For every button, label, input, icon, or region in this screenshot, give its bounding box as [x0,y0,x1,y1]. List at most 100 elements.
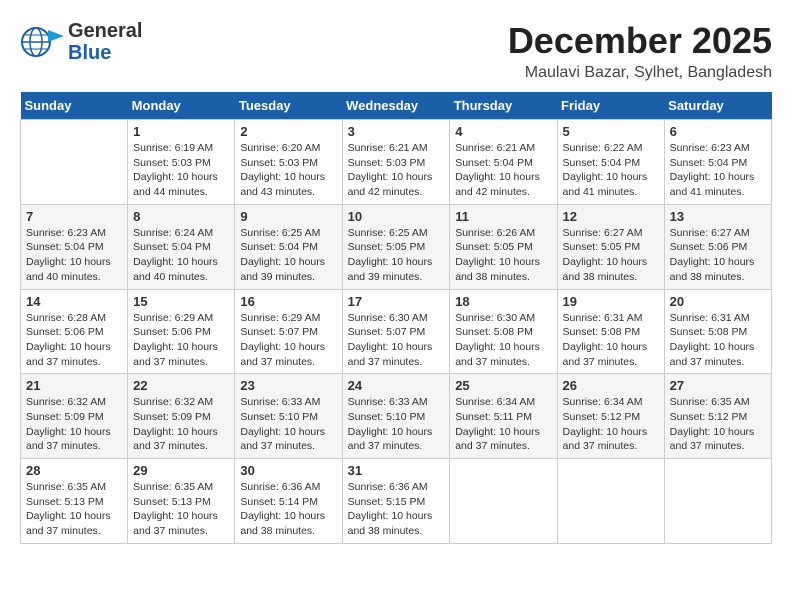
day-info: Sunrise: 6:33 AMSunset: 5:10 PMDaylight:… [240,395,336,454]
day-number: 6 [670,124,766,139]
day-number: 15 [133,294,229,309]
logo-globe-icon [20,24,64,60]
day-info: Sunrise: 6:31 AMSunset: 5:08 PMDaylight:… [563,311,659,370]
calendar-cell: 7 Sunrise: 6:23 AMSunset: 5:04 PMDaylight… [21,204,128,289]
day-number: 21 [26,378,122,393]
day-info: Sunrise: 6:25 AMSunset: 5:05 PMDaylight:… [348,226,445,285]
calendar-cell: 8Sunrise: 6:24 AMSunset: 5:04 PMDaylight… [128,204,235,289]
day-info: Sunrise: 6:21 AMSunset: 5:03 PMDaylight:… [348,141,445,200]
day-info: Sunrise: 6:24 AMSunset: 5:04 PMDaylight:… [133,226,229,285]
calendar-week-row: 7 Sunrise: 6:23 AMSunset: 5:04 PMDaylight… [21,204,772,289]
day-number: 10 [348,209,445,224]
day-info: Sunrise: 6:36 AMSunset: 5:15 PMDaylight:… [348,480,445,539]
day-info: Sunrise: 6:36 AMSunset: 5:14 PMDaylight:… [240,480,336,539]
calendar-cell: 19 Sunrise: 6:31 AMSunset: 5:08 PMDayligh… [557,289,664,374]
calendar-cell: 21 Sunrise: 6:32 AMSunset: 5:09 PMDayligh… [21,374,128,459]
calendar-cell: 27 Sunrise: 6:35 AMSunset: 5:12 PMDayligh… [664,374,771,459]
day-number: 20 [670,294,766,309]
day-info: Sunrise: 6:30 AMSunset: 5:07 PMDaylight:… [348,311,445,370]
title-block: December 2025 Maulavi Bazar, Sylhet, Ban… [508,20,772,82]
calendar-cell: 28 Sunrise: 6:35 AMSunset: 5:13 PMDayligh… [21,459,128,544]
day-number: 29 [133,463,229,478]
calendar-cell [557,459,664,544]
day-info: Sunrise: 6:25 AMSunset: 5:04 PMDaylight:… [240,226,336,285]
calendar-week-row: 14Sunrise: 6:28 AMSunset: 5:06 PMDayligh… [21,289,772,374]
weekday-header-saturday: Saturday [664,92,771,120]
calendar-cell: 30 Sunrise: 6:36 AMSunset: 5:14 PMDayligh… [235,459,342,544]
calendar-cell: 18Sunrise: 6:30 AMSunset: 5:08 PMDayligh… [450,289,557,374]
day-number: 4 [455,124,551,139]
day-number: 24 [348,378,445,393]
day-number: 1 [133,124,229,139]
day-number: 23 [240,378,336,393]
day-number: 17 [348,294,445,309]
calendar-cell: 9Sunrise: 6:25 AMSunset: 5:04 PMDaylight… [235,204,342,289]
day-number: 3 [348,124,445,139]
logo-text-blue: Blue [68,42,142,64]
calendar-week-row: 21 Sunrise: 6:32 AMSunset: 5:09 PMDayligh… [21,374,772,459]
day-info: Sunrise: 6:27 AMSunset: 5:06 PMDaylight:… [670,226,766,285]
day-info: Sunrise: 6:21 AMSunset: 5:04 PMDaylight:… [455,141,551,200]
day-info: Sunrise: 6:27 AMSunset: 5:05 PMDaylight:… [563,226,659,285]
calendar-cell: 10 Sunrise: 6:25 AMSunset: 5:05 PMDayligh… [342,204,450,289]
logo-text-general: General [68,20,142,42]
calendar-cell: 20Sunrise: 6:31 AMSunset: 5:08 PMDayligh… [664,289,771,374]
day-info: Sunrise: 6:35 AMSunset: 5:13 PMDaylight:… [26,480,122,539]
day-info: Sunrise: 6:22 AMSunset: 5:04 PMDaylight:… [563,141,659,200]
day-number: 11 [455,209,551,224]
calendar-cell: 4 Sunrise: 6:21 AMSunset: 5:04 PMDaylight… [450,120,557,205]
day-info: Sunrise: 6:32 AMSunset: 5:09 PMDaylight:… [133,395,229,454]
day-number: 28 [26,463,122,478]
day-number: 12 [563,209,659,224]
day-info: Sunrise: 6:29 AMSunset: 5:07 PMDaylight:… [240,311,336,370]
calendar-cell: 26Sunrise: 6:34 AMSunset: 5:12 PMDayligh… [557,374,664,459]
day-info: Sunrise: 6:35 AMSunset: 5:12 PMDaylight:… [670,395,766,454]
calendar-cell [450,459,557,544]
calendar-cell: 24Sunrise: 6:33 AMSunset: 5:10 PMDayligh… [342,374,450,459]
calendar-cell: 2Sunrise: 6:20 AMSunset: 5:03 PMDaylight… [235,120,342,205]
day-info: Sunrise: 6:35 AMSunset: 5:13 PMDaylight:… [133,480,229,539]
weekday-header-wednesday: Wednesday [342,92,450,120]
day-number: 5 [563,124,659,139]
day-number: 22 [133,378,229,393]
logo: General Blue [20,20,142,64]
weekday-header-friday: Friday [557,92,664,120]
calendar-cell: 13Sunrise: 6:27 AMSunset: 5:06 PMDayligh… [664,204,771,289]
weekday-header-tuesday: Tuesday [235,92,342,120]
calendar-cell: 23 Sunrise: 6:33 AMSunset: 5:10 PMDayligh… [235,374,342,459]
day-number: 30 [240,463,336,478]
day-info: Sunrise: 6:26 AMSunset: 5:05 PMDaylight:… [455,226,551,285]
calendar-cell [664,459,771,544]
day-number: 27 [670,378,766,393]
day-number: 7 [26,209,122,224]
calendar-table: SundayMondayTuesdayWednesdayThursdayFrid… [20,92,772,544]
calendar-cell: 12 Sunrise: 6:27 AMSunset: 5:05 PMDayligh… [557,204,664,289]
day-info: Sunrise: 6:19 AMSunset: 5:03 PMDaylight:… [133,141,229,200]
day-info: Sunrise: 6:23 AMSunset: 5:04 PMDaylight:… [26,226,122,285]
day-number: 19 [563,294,659,309]
calendar-cell: 1 Sunrise: 6:19 AMSunset: 5:03 PMDaylight… [128,120,235,205]
page-header: General Blue December 2025 Maulavi Bazar… [20,20,772,82]
calendar-cell: 29 Sunrise: 6:35 AMSunset: 5:13 PMDayligh… [128,459,235,544]
calendar-cell: 22 Sunrise: 6:32 AMSunset: 5:09 PMDayligh… [128,374,235,459]
day-info: Sunrise: 6:29 AMSunset: 5:06 PMDaylight:… [133,311,229,370]
day-number: 25 [455,378,551,393]
day-info: Sunrise: 6:20 AMSunset: 5:03 PMDaylight:… [240,141,336,200]
calendar-cell: 31 Sunrise: 6:36 AMSunset: 5:15 PMDayligh… [342,459,450,544]
calendar-cell: 17 Sunrise: 6:30 AMSunset: 5:07 PMDayligh… [342,289,450,374]
day-info: Sunrise: 6:28 AMSunset: 5:06 PMDaylight:… [26,311,122,370]
calendar-cell: 25 Sunrise: 6:34 AMSunset: 5:11 PMDayligh… [450,374,557,459]
calendar-cell: 11 Sunrise: 6:26 AMSunset: 5:05 PMDayligh… [450,204,557,289]
day-info: Sunrise: 6:34 AMSunset: 5:12 PMDaylight:… [563,395,659,454]
day-number: 31 [348,463,445,478]
day-info: Sunrise: 6:34 AMSunset: 5:11 PMDaylight:… [455,395,551,454]
day-info: Sunrise: 6:32 AMSunset: 5:09 PMDaylight:… [26,395,122,454]
day-info: Sunrise: 6:30 AMSunset: 5:08 PMDaylight:… [455,311,551,370]
month-year-title: December 2025 [508,20,772,62]
calendar-cell [21,120,128,205]
day-number: 16 [240,294,336,309]
calendar-cell: 15 Sunrise: 6:29 AMSunset: 5:06 PMDayligh… [128,289,235,374]
calendar-week-row: 28 Sunrise: 6:35 AMSunset: 5:13 PMDayligh… [21,459,772,544]
location-subtitle: Maulavi Bazar, Sylhet, Bangladesh [508,64,772,82]
calendar-cell: 14Sunrise: 6:28 AMSunset: 5:06 PMDayligh… [21,289,128,374]
